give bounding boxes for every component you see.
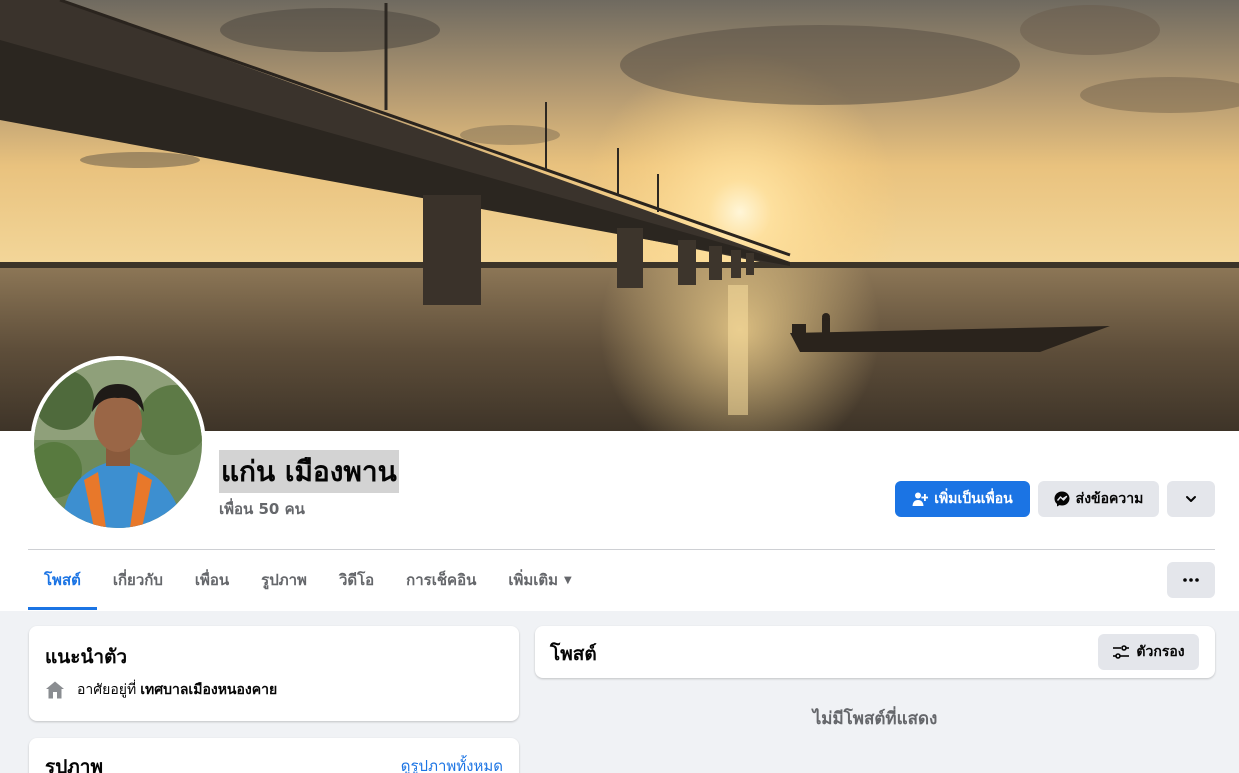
no-posts-message: ไม่มีโพสต์ที่แสดง xyxy=(812,709,938,729)
lives-in-row: อาศัยอยู่ที่ เทศบาลเมืองหนองคาย xyxy=(45,679,277,701)
tabs-more-options-button[interactable] xyxy=(1167,562,1215,598)
message-button[interactable]: ส่งข้อความ xyxy=(1038,481,1159,517)
tab-about[interactable]: เกี่ยวกับ xyxy=(97,550,179,610)
cover-photo[interactable] xyxy=(0,0,1239,431)
filter-button[interactable]: ตัวกรอง xyxy=(1098,634,1199,670)
message-label: ส่งข้อความ xyxy=(1075,491,1144,507)
filter-icon xyxy=(1113,645,1130,659)
profile-tabs: โพสต์ เกี่ยวกับ เพื่อน รูปภาพ วิดีโอ การ… xyxy=(28,550,588,610)
photos-title: รูปภาพ xyxy=(45,756,103,773)
home-icon xyxy=(46,681,64,699)
profile-name: แก่น เมืองพาน xyxy=(219,450,399,493)
tab-more[interactable]: เพิ่มเติม ▼ xyxy=(492,550,587,610)
add-friend-label: เพิ่มเป็นเพื่อน xyxy=(934,491,1013,507)
chevron-down-icon xyxy=(1186,496,1196,502)
tab-label: รูปภาพ xyxy=(261,571,307,589)
profile-more-button[interactable] xyxy=(1167,481,1215,517)
tab-label: เพิ่มเติม xyxy=(508,571,559,589)
filter-label: ตัวกรอง xyxy=(1136,644,1185,660)
add-person-icon xyxy=(912,492,929,506)
ellipsis-icon xyxy=(1183,578,1199,582)
tab-label: เพื่อน xyxy=(194,571,230,589)
tab-label: เกี่ยวกับ xyxy=(112,571,163,589)
intro-title: แนะนำตัว xyxy=(45,646,128,668)
posts-header-card: โพสต์ ตัวกรอง xyxy=(535,626,1215,678)
friends-count[interactable]: เพื่อน 50 คน xyxy=(219,497,305,521)
tab-friends[interactable]: เพื่อน xyxy=(179,550,245,610)
profile-header: แก่น เมืองพาน เพื่อน 50 คน เพิ่มเป็นเพื่… xyxy=(0,0,1239,611)
photos-card: รูปภาพ ดูรูปภาพทั้งหมด xyxy=(29,738,519,773)
add-friend-button[interactable]: เพิ่มเป็นเพื่อน xyxy=(895,481,1030,517)
tab-checkins[interactable]: การเช็คอิน xyxy=(390,550,492,610)
caret-down-icon: ▼ xyxy=(564,574,572,586)
lives-in-place[interactable]: เทศบาลเมืองหนองคาย xyxy=(140,679,277,701)
tab-videos[interactable]: วิดีโอ xyxy=(323,550,390,610)
messenger-icon xyxy=(1054,491,1070,507)
tab-label: โพสต์ xyxy=(44,571,81,589)
tab-label: วิดีโอ xyxy=(338,571,375,589)
profile-avatar[interactable] xyxy=(30,356,206,532)
tab-photos[interactable]: รูปภาพ xyxy=(245,550,323,610)
posts-title: โพสต์ xyxy=(550,643,597,665)
intro-card: แนะนำตัว อาศัยอยู่ที่ เทศบาลเมืองหนองคาย xyxy=(29,626,519,721)
see-all-photos-link[interactable]: ดูรูปภาพทั้งหมด xyxy=(401,754,503,773)
lives-in-prefix: อาศัยอยู่ที่ xyxy=(77,682,137,698)
tab-label: การเช็คอิน xyxy=(406,571,477,589)
tab-posts[interactable]: โพสต์ xyxy=(28,550,97,610)
